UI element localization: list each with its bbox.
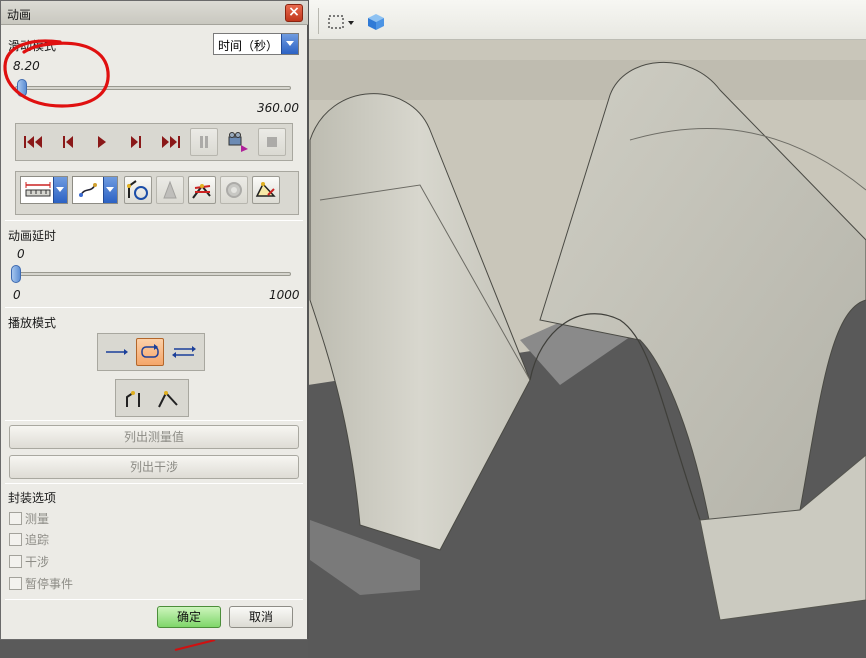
play-once-button[interactable] — [102, 338, 130, 366]
measure-option-label: 测量 — [25, 511, 50, 526]
slider-mode-label: 滑动模式 — [8, 39, 57, 53]
time-unit-select[interactable]: 时间（秒） — [213, 33, 299, 55]
play-icon — [98, 136, 106, 148]
divider — [5, 599, 303, 600]
divider — [5, 420, 303, 421]
play-button[interactable] — [88, 128, 116, 156]
interference-option[interactable]: 干涉 — [9, 553, 49, 569]
box-select-icon[interactable] — [326, 12, 346, 32]
animation-delay-slider-thumb[interactable] — [11, 265, 21, 283]
slider-max-value: 360.00 — [257, 101, 299, 115]
motion-type-toolbar — [115, 379, 189, 417]
list-interference-button[interactable]: 列出干涉 — [9, 455, 299, 479]
reverse-icon — [172, 346, 196, 358]
chevron-down-icon[interactable] — [281, 34, 298, 54]
close-button[interactable]: × — [285, 4, 303, 22]
ok-button[interactable]: 确定 — [157, 606, 221, 628]
step-forward-icon — [131, 136, 141, 148]
interference-icon — [127, 180, 148, 200]
to-start-button[interactable] — [20, 128, 48, 156]
snapshot-button[interactable] — [252, 176, 280, 204]
divider — [5, 307, 303, 308]
to-end-button[interactable] — [156, 128, 184, 156]
close-icon: × — [288, 4, 300, 20]
play-mode-label: 播放模式 — [8, 316, 57, 330]
animation-tools-toolbar — [15, 171, 299, 215]
pause-event-checkbox[interactable] — [9, 576, 22, 590]
exploded-view-button[interactable] — [188, 176, 216, 204]
animation-delay-slider-track[interactable] — [15, 272, 291, 276]
measure-option[interactable]: 测量 — [9, 510, 49, 526]
cancel-button[interactable]: 取消 — [229, 606, 293, 628]
viewport-toolbar — [308, 0, 866, 40]
delay-max-value: 1000 — [269, 288, 300, 302]
return-motion-icon — [158, 391, 178, 408]
animation-slider-track[interactable] — [15, 86, 291, 90]
forward-motion-button[interactable] — [120, 384, 148, 412]
chevron-down-icon[interactable] — [103, 177, 117, 203]
trace-combo[interactable] — [72, 176, 118, 204]
trace-checkbox[interactable] — [9, 532, 22, 546]
delay-current-value: 0 — [17, 247, 25, 261]
gear-icon — [226, 182, 242, 198]
loop-icon — [141, 344, 159, 358]
interference-checkbox[interactable] — [9, 554, 22, 568]
list-measurements-button[interactable]: 列出测量值 — [9, 425, 299, 449]
stop-button[interactable] — [258, 128, 286, 156]
dialog-titlebar[interactable]: 动画 × — [1, 1, 308, 25]
measure-combo[interactable] — [20, 176, 68, 204]
interference-option-label: 干涉 — [25, 554, 50, 569]
delay-min-value: 0 — [13, 288, 21, 302]
step-forward-button[interactable] — [122, 128, 150, 156]
step-back-icon — [63, 136, 73, 148]
measure-icon — [25, 182, 51, 197]
pause-button[interactable] — [190, 128, 218, 156]
forward-motion-icon — [126, 391, 140, 407]
trace-option-label: 追踪 — [25, 532, 50, 547]
solid-icon — [163, 180, 177, 199]
trace-option[interactable]: 追踪 — [9, 531, 49, 547]
record-movie-button[interactable] — [224, 128, 252, 156]
step-back-button[interactable] — [54, 128, 82, 156]
toolbar-separator — [318, 8, 319, 34]
slider-current-value: 8.20 — [13, 59, 40, 73]
play-reverse-button[interactable] — [170, 338, 198, 366]
cube-view-icon[interactable] — [366, 12, 386, 32]
play-loop-button[interactable] — [136, 338, 164, 366]
dialog-title: 动画 — [7, 8, 32, 22]
exploded-view-icon — [192, 184, 211, 199]
pause-event-option-label: 暂停事件 — [25, 576, 74, 591]
to-end-icon — [162, 136, 180, 148]
divider — [5, 483, 303, 484]
snapshot-icon — [255, 182, 276, 197]
animation-delay-label: 动画延时 — [8, 229, 57, 243]
to-start-icon — [24, 136, 42, 148]
record-movie-icon — [228, 132, 248, 152]
animation-dialog: 动画 × 滑动模式 时间（秒） 8.20 360.00 动画延时 0 0 100… — [0, 0, 309, 640]
chevron-down-icon[interactable] — [346, 12, 356, 32]
playback-toolbar — [15, 123, 293, 161]
divider — [5, 220, 303, 221]
pause-event-option[interactable]: 暂停事件 — [9, 575, 73, 591]
chevron-down-icon[interactable] — [53, 177, 67, 203]
solid-display-button[interactable] — [156, 176, 184, 204]
once-icon — [106, 349, 128, 355]
stop-icon — [267, 137, 277, 147]
return-motion-button[interactable] — [154, 384, 182, 412]
interference-check-button[interactable] — [124, 176, 152, 204]
animation-slider-thumb[interactable] — [17, 79, 28, 97]
gear-settings-button[interactable] — [220, 176, 248, 204]
play-mode-toolbar — [97, 333, 205, 371]
encapsulation-options-label: 封装选项 — [8, 491, 57, 505]
time-unit-value: 时间（秒） — [218, 39, 279, 53]
measure-checkbox[interactable] — [9, 511, 22, 525]
pause-icon — [200, 136, 208, 148]
trace-icon — [79, 183, 97, 197]
